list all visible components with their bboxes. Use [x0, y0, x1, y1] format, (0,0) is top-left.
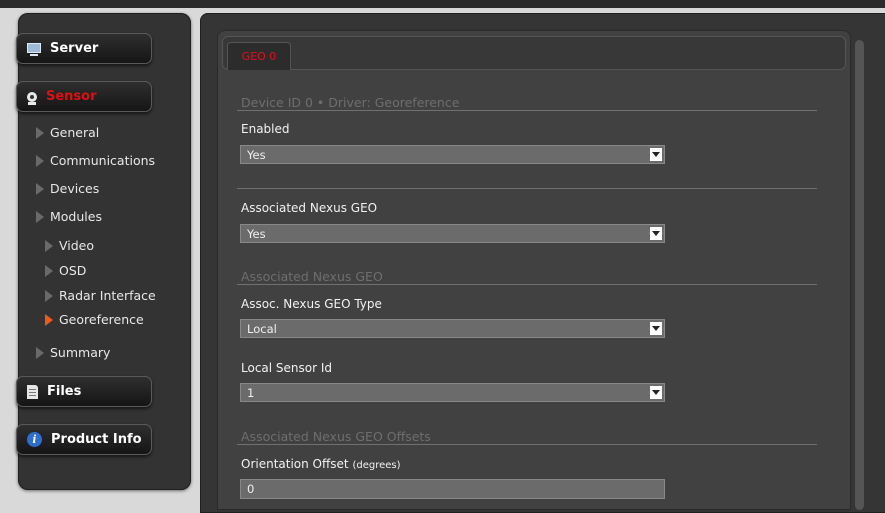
- nav-item-summary[interactable]: Summary: [36, 345, 110, 360]
- top-bar: [0, 0, 885, 8]
- arrow-right-icon: [36, 211, 44, 223]
- local-sensor-value: 1: [247, 385, 255, 400]
- server-label: Server: [50, 41, 99, 56]
- server-button[interactable]: Server: [16, 33, 152, 64]
- nav-item-radar-interface[interactable]: Radar Interface: [45, 288, 156, 303]
- orientation-offset-value: 0: [247, 482, 255, 496]
- info-icon: i: [27, 432, 42, 447]
- orientation-offset-label: Orientation Offset (degrees): [241, 457, 401, 471]
- chevron-down-icon[interactable]: [650, 322, 662, 335]
- divider: [237, 110, 817, 111]
- file-icon: [27, 384, 38, 399]
- local-sensor-select[interactable]: 1: [240, 383, 665, 402]
- arrow-right-icon: [45, 314, 53, 326]
- arrow-right-icon: [45, 265, 53, 277]
- arrow-right-icon: [45, 240, 53, 252]
- product-info-label: Product Info: [51, 432, 142, 447]
- section-offsets-header: Associated Nexus GEO Offsets: [241, 429, 431, 444]
- nav-item-communications[interactable]: Communications: [36, 153, 155, 168]
- geo-type-value: Local: [247, 321, 277, 336]
- orientation-offset-text: Orientation Offset: [241, 457, 349, 471]
- webcam-icon: [27, 91, 37, 105]
- nav-item-label: OSD: [59, 263, 87, 278]
- nav-item-label: Devices: [50, 181, 100, 196]
- sensor-label: Sensor: [46, 89, 97, 104]
- nav-item-devices[interactable]: Devices: [36, 181, 99, 196]
- assoc-nexus-geo-label: Associated Nexus GEO: [241, 201, 378, 215]
- product-info-button[interactable]: i Product Info: [16, 424, 152, 455]
- local-sensor-label: Local Sensor Id: [241, 361, 333, 375]
- nav-item-georeference[interactable]: Georeference: [45, 312, 144, 327]
- orientation-offset-unit: (degrees): [352, 460, 401, 471]
- arrow-right-icon: [36, 155, 44, 167]
- geo-type-select[interactable]: Local: [240, 319, 665, 338]
- nav-item-modules[interactable]: Modules: [36, 209, 102, 224]
- nav-item-general[interactable]: General: [36, 125, 99, 140]
- divider: [237, 444, 817, 445]
- enabled-select[interactable]: Yes: [240, 145, 665, 164]
- tab-geo-0[interactable]: GEO 0: [227, 42, 291, 70]
- chevron-down-icon[interactable]: [650, 227, 662, 240]
- assoc-nexus-geo-value: Yes: [247, 226, 266, 241]
- enabled-value: Yes: [247, 147, 266, 162]
- arrow-right-icon: [36, 183, 44, 195]
- arrow-right-icon: [45, 290, 53, 302]
- nav-item-label: Georeference: [59, 312, 144, 327]
- nav-item-label: Radar Interface: [59, 288, 156, 303]
- orientation-offset-input[interactable]: 0: [240, 479, 665, 499]
- files-button[interactable]: Files: [16, 376, 152, 407]
- arrow-right-icon: [36, 347, 44, 359]
- nav-item-label: General: [50, 125, 100, 140]
- files-label: Files: [47, 384, 82, 399]
- nav-item-video[interactable]: Video: [45, 238, 94, 253]
- nav-item-label: Communications: [50, 153, 156, 168]
- divider: [237, 188, 817, 189]
- section-assoc-header: Associated Nexus GEO: [241, 269, 383, 284]
- tab-bar: [222, 36, 846, 70]
- arrow-right-icon: [36, 127, 44, 139]
- nav-item-osd[interactable]: OSD: [45, 263, 86, 278]
- device-header: Device ID 0 • Driver: Georeference: [241, 95, 460, 110]
- divider: [237, 284, 817, 285]
- chevron-down-icon[interactable]: [650, 386, 662, 399]
- assoc-nexus-geo-select[interactable]: Yes: [240, 224, 665, 243]
- nav-item-label: Summary: [50, 345, 111, 360]
- geo-type-label: Assoc. Nexus GEO Type: [241, 297, 382, 311]
- enabled-label: Enabled: [241, 122, 290, 136]
- nav-item-label: Video: [59, 238, 95, 253]
- scrollbar[interactable]: [855, 40, 864, 510]
- sensor-button[interactable]: Sensor: [16, 81, 152, 112]
- monitor-icon: [27, 42, 41, 56]
- chevron-down-icon[interactable]: [650, 148, 662, 161]
- nav-item-label: Modules: [50, 209, 102, 224]
